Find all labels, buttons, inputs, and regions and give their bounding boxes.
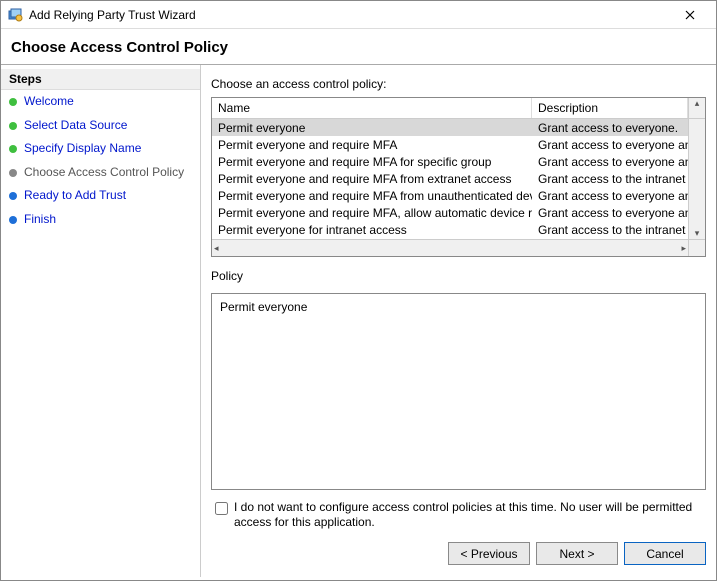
- policy-detail-text: Permit everyone: [220, 300, 307, 314]
- scroll-right-icon[interactable]: ▸: [681, 243, 686, 254]
- step-label: Ready to Add Trust: [24, 188, 126, 204]
- step-bullet-icon: [9, 122, 17, 130]
- table-header: Name Description ▴: [212, 98, 705, 119]
- vertical-scrollbar[interactable]: ▾: [688, 119, 705, 239]
- step-item[interactable]: Welcome: [1, 90, 200, 114]
- scroll-down-icon[interactable]: ▾: [695, 228, 700, 239]
- step-item[interactable]: Specify Display Name: [1, 137, 200, 161]
- step-bullet-icon: [9, 169, 17, 177]
- column-header-description[interactable]: Description: [532, 98, 688, 118]
- step-label: Finish: [24, 212, 56, 228]
- scroll-corner: [688, 239, 705, 256]
- table-row[interactable]: Permit everyone and require MFA, allow a…: [212, 204, 688, 221]
- step-bullet-icon: [9, 98, 17, 106]
- step-bullet-icon: [9, 216, 17, 224]
- table-row[interactable]: Permit everyone and require MFA from una…: [212, 187, 688, 204]
- main-pane: Choose an access control policy: Name De…: [201, 65, 716, 577]
- scroll-up-icon[interactable]: ▴: [688, 98, 705, 118]
- button-row: < Previous Next > Cancel: [211, 542, 706, 569]
- step-label: Specify Display Name: [24, 141, 141, 157]
- window-title: Add Relying Party Trust Wizard: [29, 8, 670, 22]
- step-bullet-icon: [9, 192, 17, 200]
- page-title: Choose Access Control Policy: [1, 29, 716, 64]
- policy-table-label: Choose an access control policy:: [211, 77, 706, 91]
- step-item[interactable]: Ready to Add Trust: [1, 184, 200, 208]
- steps-pane: Steps Welcome Select Data Source Specify D…: [1, 65, 201, 577]
- policy-table[interactable]: Name Description ▴ Permit everyoneGrant …: [211, 97, 706, 257]
- step-label: Select Data Source: [24, 118, 127, 134]
- policy-detail-box: Permit everyone: [211, 293, 706, 490]
- opt-out-checkbox[interactable]: [215, 502, 228, 515]
- table-row[interactable]: Permit everyone and require MFA from ext…: [212, 170, 688, 187]
- opt-out-label[interactable]: I do not want to configure access contro…: [234, 500, 704, 530]
- close-button[interactable]: [670, 1, 710, 29]
- step-item[interactable]: Select Data Source: [1, 114, 200, 138]
- content: Steps Welcome Select Data Source Specify D…: [1, 64, 716, 577]
- titlebar: Add Relying Party Trust Wizard: [1, 1, 716, 29]
- next-button[interactable]: Next >: [536, 542, 618, 565]
- table-row[interactable]: Permit everyone and require MFA for spec…: [212, 153, 688, 170]
- step-label: Welcome: [24, 94, 74, 110]
- wizard-icon: [7, 7, 23, 23]
- horizontal-scrollbar[interactable]: ◂▸: [212, 239, 688, 256]
- table-row[interactable]: Permit everyoneGrant access to everyone.: [212, 119, 688, 136]
- cancel-button[interactable]: Cancel: [624, 542, 706, 565]
- column-header-name[interactable]: Name: [212, 98, 532, 118]
- table-body: Permit everyoneGrant access to everyone.…: [212, 119, 705, 256]
- step-bullet-icon: [9, 145, 17, 153]
- step-item[interactable]: Finish: [1, 208, 200, 232]
- step-label: Choose Access Control Policy: [24, 165, 184, 181]
- steps-header: Steps: [1, 69, 200, 90]
- scroll-left-icon[interactable]: ◂: [214, 243, 219, 254]
- previous-button[interactable]: < Previous: [448, 542, 530, 565]
- step-item[interactable]: Choose Access Control Policy: [1, 161, 200, 185]
- policy-detail-label: Policy: [211, 269, 706, 283]
- table-row[interactable]: Permit everyone for intranet accessGrant…: [212, 221, 688, 238]
- opt-out-row: I do not want to configure access contro…: [211, 500, 706, 530]
- table-row[interactable]: Permit everyone and require MFAGrant acc…: [212, 136, 688, 153]
